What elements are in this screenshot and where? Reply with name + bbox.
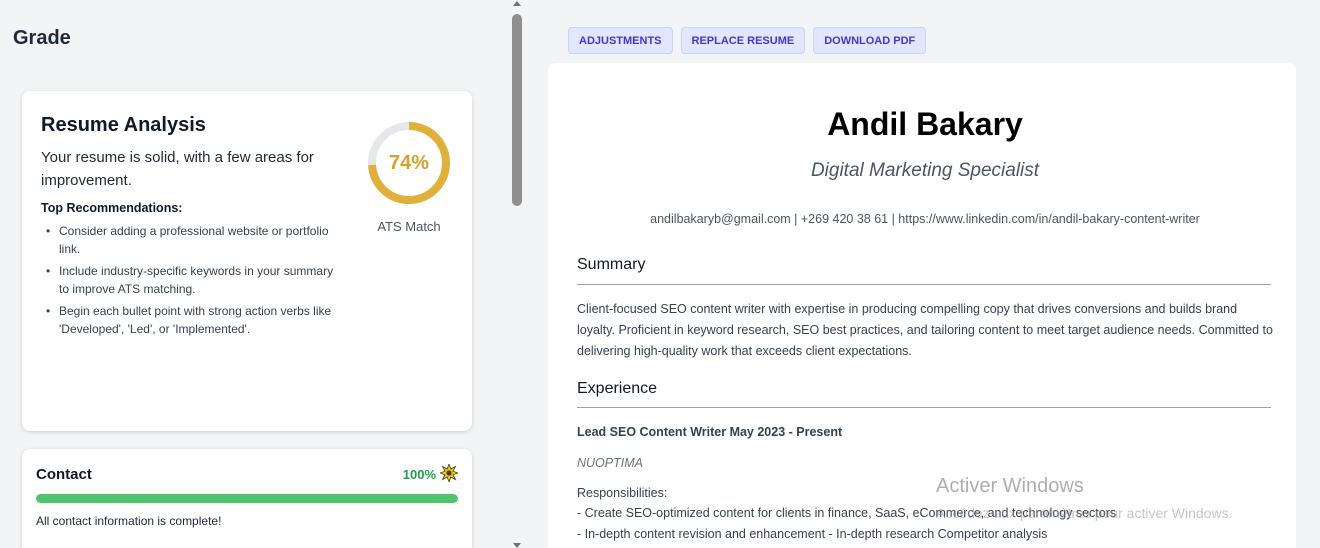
summary-heading: Summary <box>577 256 646 273</box>
resume-name: Andil Bakary <box>827 106 1023 142</box>
resume-contact-line: andilbakaryb@gmail.com | +269 420 38 61 … <box>650 212 1200 226</box>
analysis-title: Resume Analysis <box>41 114 206 136</box>
resume-analysis-card: Resume Analysis Your resume is solid, wi… <box>22 91 472 431</box>
ats-label: ATS Match <box>377 219 441 234</box>
experience-divider <box>577 407 1271 408</box>
resume-toolbar: ADJUSTMENTS REPLACE RESUME DOWNLOAD PDF <box>568 27 927 54</box>
summary-divider <box>577 284 1271 285</box>
recommendation-item: Begin each bullet point with strong acti… <box>46 302 346 338</box>
download-pdf-button[interactable]: DOWNLOAD PDF <box>813 27 927 54</box>
job-title: Lead SEO Content Writer May 2023 - Prese… <box>577 425 843 439</box>
resume-preview-panel: ADJUSTMENTS REPLACE RESUME DOWNLOAD PDF … <box>526 0 1320 548</box>
analysis-summary: Your resume is solid, with a few areas f… <box>41 149 314 189</box>
grade-title: Grade <box>13 27 71 49</box>
scroll-up-arrow-icon[interactable] <box>513 1 521 6</box>
contact-note: All contact information is complete! <box>36 514 222 528</box>
adjustments-button[interactable]: ADJUSTMENTS <box>568 27 673 54</box>
windows-activation-watermark: Activer Windows <box>936 475 1084 497</box>
scroll-down-arrow-icon[interactable] <box>513 543 521 548</box>
replace-resume-button[interactable]: REPLACE RESUME <box>680 27 806 54</box>
experience-heading: Experience <box>577 380 658 397</box>
responsibilities-label: Responsibilities: <box>577 486 668 500</box>
contact-percent: 100% <box>402 467 436 482</box>
recommendation-item: Include industry-specific keywords in yo… <box>46 262 346 298</box>
recommendations-list: Consider adding a professional website o… <box>46 222 346 342</box>
starburst-icon <box>440 464 458 482</box>
scroll-thumb[interactable] <box>512 14 522 206</box>
resume-document: Andil Bakary Digital Marketing Specialis… <box>548 63 1296 548</box>
recommendation-item: Consider adding a professional website o… <box>46 222 346 258</box>
left-scrollbar[interactable] <box>508 0 526 548</box>
contact-progress-bar <box>36 494 458 503</box>
recommendations-title: Top Recommendations: <box>41 201 183 215</box>
contact-progress-fill <box>36 494 458 503</box>
contact-title: Contact <box>36 466 92 483</box>
company-name: NUOPTIMA <box>577 456 643 470</box>
responsibility-item: - In-depth content revision and enhancem… <box>577 527 1048 541</box>
summary-text: Client-focused SEO content writer with e… <box>577 302 1273 358</box>
windows-activation-hint: Accédez aux paramètres pour activer Wind… <box>936 505 1233 521</box>
contact-card: Contact 100% All contact information is … <box>22 449 472 548</box>
grade-panel: Grade Resume Analysis Your resume is sol… <box>0 0 500 548</box>
ats-score: 74% <box>388 151 430 174</box>
resume-role: Digital Marketing Specialist <box>810 160 1040 181</box>
